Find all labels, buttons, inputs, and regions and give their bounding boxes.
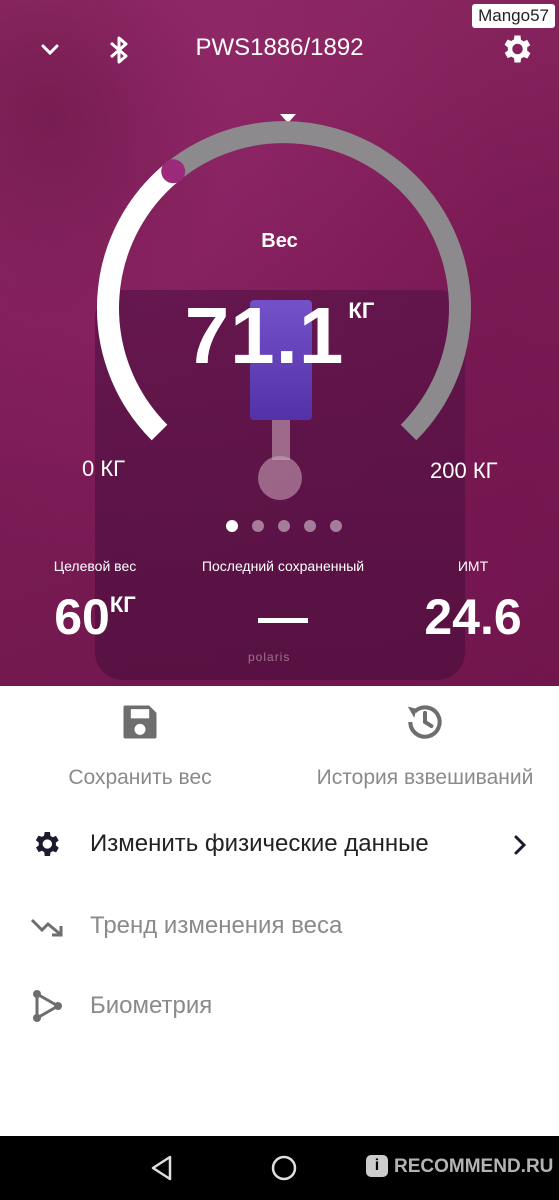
page-dot-5[interactable]	[330, 520, 342, 532]
gauge-min-label: 0 КГ	[82, 456, 126, 481]
edit-physical-data-item[interactable]: Изменить физические данные	[0, 816, 559, 876]
trending-down-icon	[30, 912, 64, 945]
weigh-history-label: История взвешиваний	[316, 766, 534, 789]
target-weight-value: 60	[54, 589, 110, 645]
last-saved-label: Последний сохраненный	[201, 558, 365, 574]
recommend-badge: i	[366, 1155, 388, 1177]
recommend-watermark: RECOMMEND.RU	[394, 1156, 554, 1177]
biometry-icon	[30, 988, 64, 1029]
biometry-label: Биометрия	[90, 992, 213, 1019]
weigh-history-button[interactable]: История взвешиваний	[300, 700, 550, 790]
page-dot-4[interactable]	[304, 520, 316, 532]
bmi-value: 24.6	[424, 589, 522, 645]
weight-value: 71.1	[184, 291, 345, 380]
history-icon	[300, 700, 550, 752]
current-weight: 71.1 КГ	[0, 290, 559, 382]
save-weight-label: Сохранить вес	[68, 766, 212, 789]
gear-icon	[30, 828, 62, 865]
edit-physical-data-label: Изменить физические данные	[90, 830, 429, 857]
gauge-label: Вес	[261, 230, 298, 252]
last-saved-weight: Последний сохраненный —	[193, 558, 373, 646]
chevron-right-icon	[512, 834, 528, 861]
page-dot-1[interactable]	[226, 520, 238, 532]
page-indicator[interactable]	[226, 520, 346, 534]
last-saved-value: —	[258, 589, 308, 645]
page-dot-3[interactable]	[278, 520, 290, 532]
bmi: ИМТ 24.6	[413, 558, 533, 646]
save-weight-button[interactable]: Сохранить вес	[40, 700, 240, 790]
weight-unit: КГ	[348, 298, 375, 323]
bmi-label: ИМТ	[457, 558, 489, 574]
gauge-max-label: 200 КГ	[430, 458, 498, 483]
target-weight-label: Целевой вес	[53, 558, 137, 574]
biometry-item[interactable]: Биометрия	[0, 978, 559, 1038]
gauge-thumb	[161, 159, 186, 184]
back-icon[interactable]	[148, 1154, 176, 1187]
target-weight-unit: КГ	[109, 592, 136, 617]
weight-trend-label: Тренд изменения веса	[90, 912, 343, 939]
floppy-disk-icon	[40, 700, 240, 752]
home-icon[interactable]	[270, 1154, 298, 1187]
page-dot-2[interactable]	[252, 520, 264, 532]
target-weight[interactable]: Целевой вес 60КГ	[30, 558, 160, 646]
weight-trend-item[interactable]: Тренд изменения веса	[0, 898, 559, 958]
